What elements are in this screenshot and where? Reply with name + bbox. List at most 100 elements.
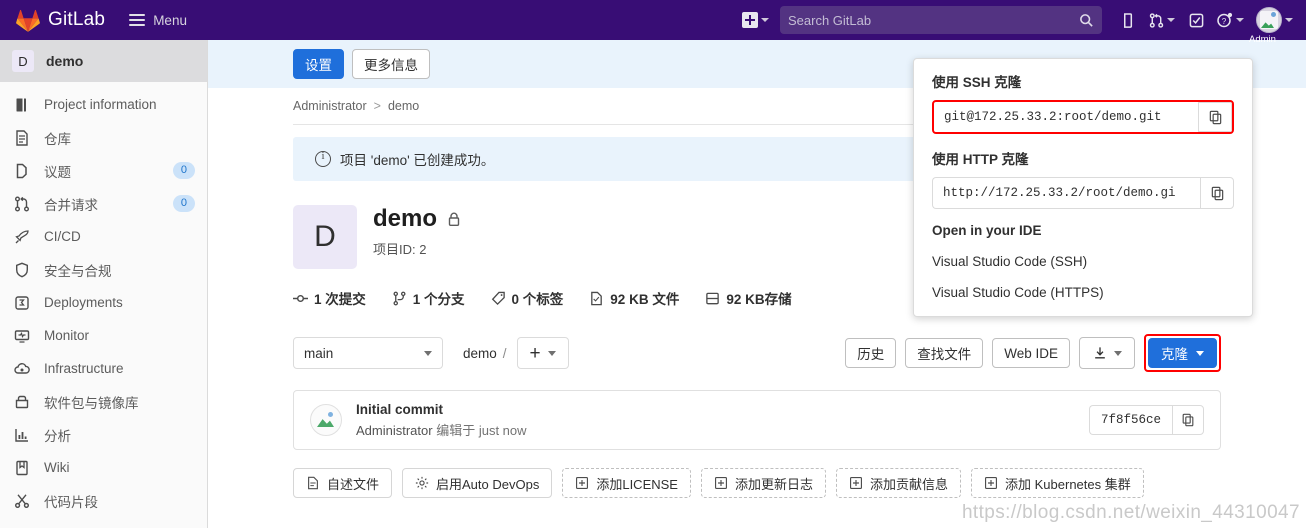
question-circle-icon: ? — [1217, 12, 1233, 28]
sidebar-item-infrastructure[interactable]: Infrastructure — [0, 352, 207, 385]
sidebar-item-analytics[interactable]: 分析 — [0, 418, 207, 451]
sidebar-badge-merge-requests: 0 — [172, 195, 195, 212]
stat-commits[interactable]: 1 次提交 — [293, 288, 366, 308]
more-info-button[interactable]: 更多信息 — [352, 49, 430, 79]
sidebar-item-issues[interactable]: 议题 0 — [0, 154, 207, 187]
action-auto-devops[interactable]: 启用Auto DevOps — [402, 468, 553, 498]
plus-square-icon — [714, 477, 727, 489]
ide-option-vscode-ssh[interactable]: Visual Studio Code (SSH) — [914, 246, 1252, 277]
path-separator: / — [502, 345, 507, 361]
branch-selector[interactable]: main — [293, 337, 443, 369]
clone-button-highlight: 克隆 — [1144, 334, 1221, 372]
user-menu-button[interactable]: Admin — [1249, 4, 1298, 45]
clone-ssh-section: 使用 SSH 克隆 git@172.25.33.2:root/demo.git … — [914, 71, 1252, 238]
plus-square-icon — [742, 12, 758, 28]
commit-author[interactable]: Administrator — [356, 423, 433, 438]
search-input[interactable] — [788, 12, 1079, 28]
sidebar-item-monitor[interactable]: Monitor — [0, 319, 207, 352]
main-menu-button[interactable]: Menu — [129, 13, 187, 28]
issues-icon — [1123, 12, 1132, 28]
sidebar-item-label: Monitor — [44, 328, 90, 343]
monitor-icon — [14, 328, 30, 344]
shield-icon — [14, 262, 30, 278]
gitlab-logo-link[interactable]: GitLab — [8, 9, 113, 32]
breadcrumb-project-link[interactable]: demo — [388, 99, 419, 113]
copy-sha-button[interactable] — [1172, 405, 1204, 435]
action-add-kubernetes-cluster[interactable]: 添加 Kubernetes 集群 — [971, 468, 1144, 498]
sidebar-item-project-information[interactable]: Project information — [0, 88, 207, 121]
download-button[interactable] — [1079, 337, 1135, 369]
avatar — [1256, 7, 1282, 33]
chevron-down-icon — [1167, 18, 1175, 22]
deployments-icon — [14, 295, 30, 311]
clone-button[interactable]: 克隆 — [1148, 338, 1217, 368]
action-add-license[interactable]: 添加LICENSE — [562, 468, 691, 498]
action-add-changelog[interactable]: 添加更新日志 — [700, 468, 826, 498]
gitlab-project-page: GitLab Menu Search GitLab ? Admin D demo… — [0, 0, 1306, 528]
sidebar-item-security-compliance[interactable]: 安全与合规 — [0, 253, 207, 286]
scissors-icon — [14, 493, 30, 509]
history-button[interactable]: 历史 — [845, 338, 897, 368]
todo-check-icon — [1189, 13, 1203, 27]
search-icon — [1080, 13, 1093, 27]
web-ide-button[interactable]: Web IDE — [992, 338, 1070, 368]
clone-button-label: 克隆 — [1161, 347, 1188, 362]
stat-files: 92 KB 文件 — [589, 288, 679, 308]
action-label: 启用Auto DevOps — [436, 476, 540, 492]
global-search[interactable] — [780, 6, 1102, 34]
book-icon — [14, 97, 30, 113]
commit-sha[interactable]: 7f8f56ce — [1088, 405, 1172, 435]
stat-tags[interactable]: 0 个标签 — [491, 288, 563, 308]
commit-icon — [293, 294, 308, 302]
sidebar-item-deployments[interactable]: Deployments — [0, 286, 207, 319]
sidebar-project-name: demo — [46, 53, 84, 69]
sidebar-item-wiki[interactable]: Wiki — [0, 451, 207, 484]
breadcrumb-owner-link[interactable]: Administrator — [293, 99, 367, 113]
action-add-contribution-guide[interactable]: 添加贡献信息 — [836, 468, 962, 498]
stat-label: 1 个分支 — [412, 292, 465, 307]
sidebar-item-packages-registries[interactable]: 软件包与镜像库 — [0, 385, 207, 418]
lock-icon — [447, 212, 461, 227]
copy-ssh-url-button[interactable] — [1198, 102, 1232, 132]
ide-option-vscode-https[interactable]: Visual Studio Code (HTTPS) — [914, 277, 1252, 308]
navbar-right-actions: ? Admin — [737, 4, 1298, 45]
sidebar-item-label: 仓库 — [44, 131, 71, 147]
merge-requests-button[interactable] — [1144, 4, 1180, 36]
book-open-icon — [14, 460, 30, 476]
copy-http-url-button[interactable] — [1200, 177, 1234, 209]
sidebar-item-cicd[interactable]: CI/CD — [0, 220, 207, 253]
commit-action: 编辑于 — [436, 422, 476, 438]
brand-text: GitLab — [48, 9, 106, 30]
commit-author-avatar — [310, 404, 342, 436]
plus-square-icon — [985, 477, 998, 489]
sidebar-badge-issues: 0 — [172, 162, 195, 179]
chevron-down-icon — [424, 350, 432, 356]
clone-http-field: http://172.25.33.2/root/demo.gi — [932, 177, 1234, 209]
clone-http-url[interactable]: http://172.25.33.2/root/demo.gi — [932, 177, 1200, 209]
commit-time: just now — [478, 422, 527, 438]
copy-icon — [1209, 110, 1221, 124]
issues-button[interactable] — [1114, 4, 1142, 36]
action-readme[interactable]: 自述文件 — [293, 468, 393, 498]
find-file-button[interactable]: 查找文件 — [905, 338, 984, 368]
sidebar-item-merge-requests[interactable]: 合并请求 0 — [0, 187, 207, 220]
action-label: 添加LICENSE — [596, 476, 678, 492]
help-button[interactable]: ? — [1212, 4, 1249, 36]
chevron-down-icon — [547, 350, 556, 356]
new-item-button[interactable] — [737, 4, 774, 36]
stat-branches[interactable]: 1 个分支 — [392, 288, 465, 308]
sidebar-item-snippets[interactable]: 代码片段 — [0, 484, 207, 517]
clone-ssh-url[interactable]: git@172.25.33.2:root/demo.git — [934, 102, 1198, 132]
sidebar-project-header[interactable]: D demo — [0, 40, 207, 82]
merge-request-icon — [1149, 12, 1164, 28]
path-breadcrumb: demo / — [463, 346, 507, 361]
add-to-repo-button[interactable]: + — [516, 337, 569, 369]
sidebar-item-label: Deployments — [44, 295, 123, 310]
top-navbar: GitLab Menu Search GitLab ? Admin — [0, 0, 1306, 45]
commit-title[interactable]: Initial commit — [356, 402, 527, 417]
path-root[interactable]: demo — [463, 346, 497, 361]
settings-button[interactable]: 设置 — [293, 49, 344, 79]
sidebar-item-repository[interactable]: 仓库 — [0, 121, 207, 154]
todos-button[interactable] — [1182, 4, 1210, 36]
plus-icon: + — [529, 342, 541, 364]
